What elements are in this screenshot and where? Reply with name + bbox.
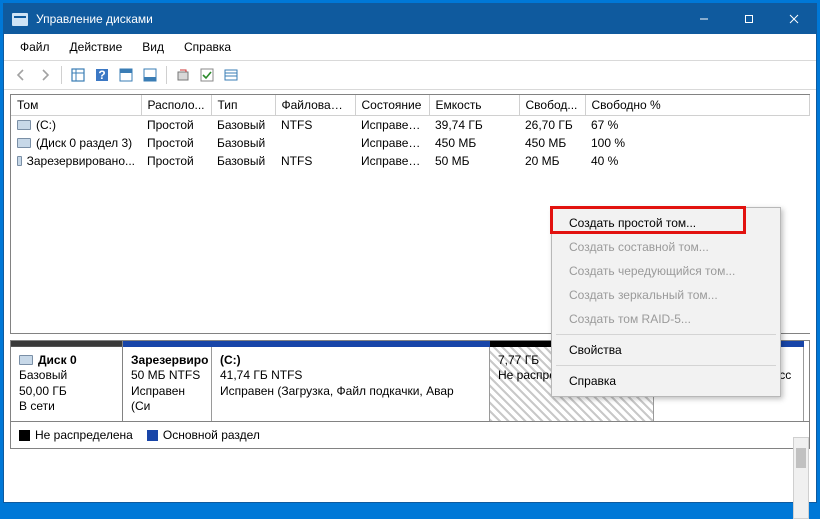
volume-icon [17,138,31,148]
menubar: Файл Действие Вид Справка [4,34,816,60]
col-free[interactable]: Свобод... [519,95,585,116]
legend-swatch-primary [147,430,158,441]
disk-size: 50,00 ГБ [19,384,114,400]
table-row[interactable]: Зарезервировано...ПростойБазовыйNTFSИспр… [11,152,810,170]
list-icon[interactable] [220,64,242,86]
col-capacity[interactable]: Емкость [429,95,519,116]
disk-name: Диск 0 [38,353,77,369]
disk-type: Базовый [19,368,114,384]
context-menu: Создать простой том... Создать составной… [551,207,781,397]
ctx-create-mirrored-volume: Создать зеркальный том... [555,283,777,307]
volume-icon [17,120,31,130]
legend: Не распределена Основной раздел [10,422,810,449]
col-type[interactable]: Тип [211,95,275,116]
view-bottom-icon[interactable] [139,64,161,86]
vol-name: Зарезервировано... [27,154,135,168]
ctx-create-striped-volume: Создать чередующийся том... [555,259,777,283]
ctx-properties[interactable]: Свойства [555,338,777,362]
disk-status: В сети [19,399,114,415]
menu-action[interactable]: Действие [62,38,131,56]
legend-primary: Основной раздел [163,428,260,442]
help-icon[interactable]: ? [91,64,113,86]
ctx-create-spanned-volume: Создать составной том... [555,235,777,259]
app-icon [12,13,28,26]
partition[interactable]: (C:)41,74 ГБ NTFSИсправен (Загрузка, Фай… [212,347,490,421]
close-button[interactable] [771,4,816,34]
partition[interactable]: Зарезервиро50 МБ NTFSИсправен (Си [123,347,212,421]
properties-icon[interactable] [172,64,194,86]
toolbar: ? [4,60,816,90]
ctx-help[interactable]: Справка [555,369,777,393]
col-freepct[interactable]: Свободно % [585,95,810,116]
ctx-create-simple-volume[interactable]: Создать простой том... [555,211,777,235]
menu-file[interactable]: Файл [12,38,58,56]
check-icon[interactable] [196,64,218,86]
table-row[interactable]: (Диск 0 раздел 3)ПростойБазовыйИсправен.… [11,134,810,152]
vol-name: (C:) [36,118,56,132]
svg-text:?: ? [98,68,105,82]
view-top-icon[interactable] [115,64,137,86]
disk-icon [19,355,33,365]
col-status[interactable]: Состояние [355,95,429,116]
col-fs[interactable]: Файловая с... [275,95,355,116]
titlebar[interactable]: Управление дисками [4,4,816,34]
volume-icon [17,156,22,166]
legend-swatch-unalloc [19,430,30,441]
minimize-button[interactable] [681,4,726,34]
maximize-button[interactable] [726,4,771,34]
window-title: Управление дисками [36,12,681,26]
col-volume[interactable]: Том [11,95,141,116]
legend-unallocated: Не распределена [35,428,133,442]
back-button[interactable] [10,64,32,86]
disk-header[interactable]: Диск 0 Базовый 50,00 ГБ В сети [11,341,123,421]
table-row[interactable]: (C:)ПростойБазовыйNTFSИсправен...39,74 Г… [11,116,810,134]
vertical-scrollbar[interactable] [793,437,809,519]
menu-view[interactable]: Вид [134,38,172,56]
forward-button[interactable] [34,64,56,86]
col-layout[interactable]: Располо... [141,95,211,116]
refresh-icon[interactable] [67,64,89,86]
menu-help[interactable]: Справка [176,38,239,56]
ctx-create-raid5-volume: Создать том RAID-5... [555,307,777,331]
vol-name: (Диск 0 раздел 3) [36,136,132,150]
